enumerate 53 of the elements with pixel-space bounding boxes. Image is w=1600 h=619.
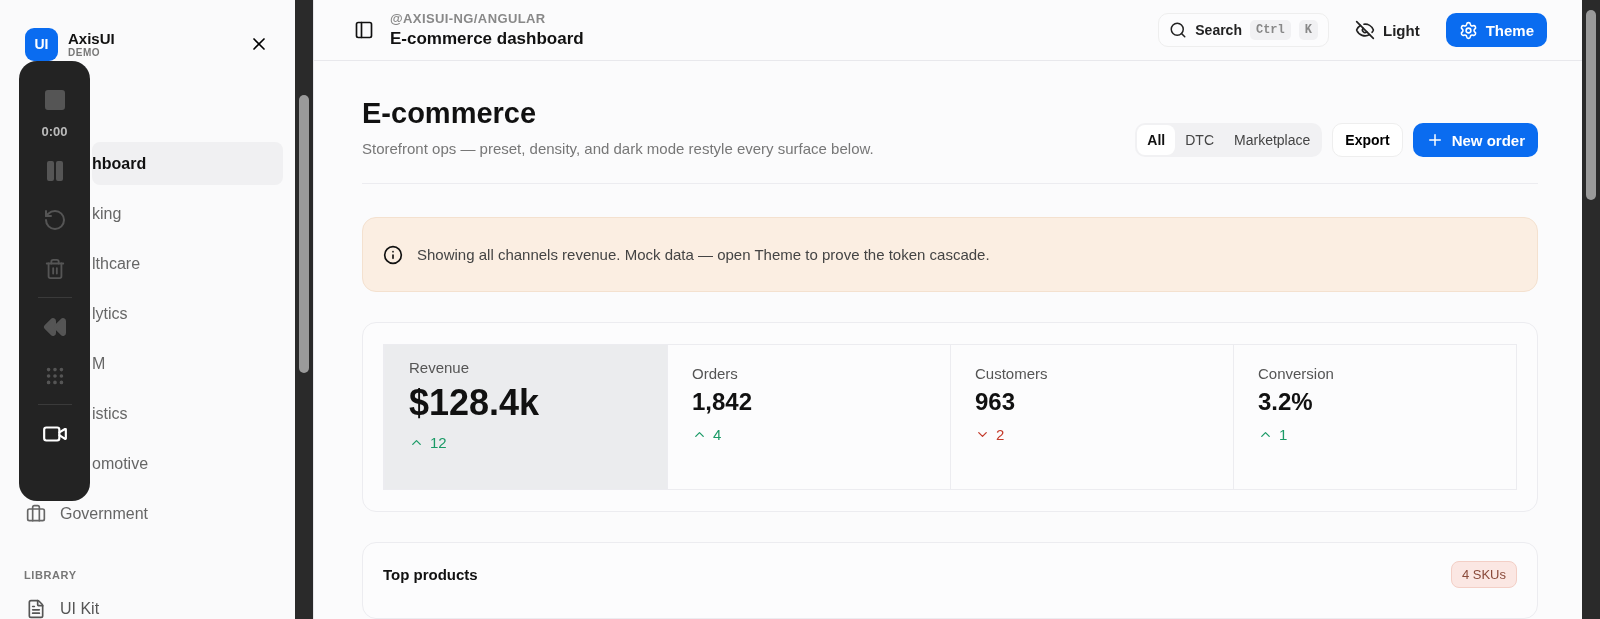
scrollbar-thumb[interactable] — [299, 95, 309, 373]
stat-value: 1,842 — [692, 388, 754, 416]
sidebar-item[interactable]: lthcare — [92, 242, 283, 285]
mode-button[interactable]: Light — [1345, 14, 1430, 46]
page-title: E-commerce — [362, 97, 538, 130]
search-button[interactable]: Search Ctrl K — [1158, 13, 1329, 47]
stat-tile[interactable]: Revenue $128.4k 12 — [384, 345, 667, 489]
filter-tab[interactable]: DTC — [1175, 125, 1225, 155]
page-heading: E-commerce dashboard — [390, 29, 585, 49]
stat-label: Revenue — [409, 359, 471, 376]
stat-delta: 1 — [1279, 426, 1288, 443]
page-subtitle: Storefront ops — preset, density, and dark mode restyle every surface below. — [362, 140, 874, 157]
logo: UI — [25, 27, 58, 61]
banner-text: Showing all channels revenue. Mock data — open Theme to prove the token cascade. — [417, 246, 990, 263]
brand-name: AxisUI — [68, 30, 116, 47]
filter-tab[interactable]: All — [1137, 125, 1176, 155]
sidebar-item[interactable]: UI Kit — [26, 599, 283, 619]
filter-tab[interactable]: Marketplace — [1224, 125, 1321, 155]
card-title: Top products — [383, 566, 478, 583]
stat-value: 3.2% — [1258, 388, 1314, 416]
stat-value: 963 — [975, 388, 1017, 416]
package-name: @AXISUI-NG/ANGULAR — [390, 11, 547, 26]
export-button[interactable]: Export — [1332, 123, 1403, 157]
stat-label: Orders — [692, 365, 739, 382]
stat-label: Customers — [975, 365, 1049, 382]
sidebar-item[interactable]: istics — [92, 392, 283, 435]
sidebar-toggle-icon[interactable] — [354, 20, 374, 40]
stat-delta: 2 — [996, 426, 1005, 443]
sidebar-item[interactable]: hboard — [92, 142, 283, 185]
scrollbar[interactable] — [295, 0, 313, 619]
sidebar-item[interactable]: omotive — [92, 442, 283, 485]
stat-label: Conversion — [1258, 365, 1335, 382]
new-order-button[interactable]: New order — [1412, 123, 1538, 157]
sidebar-item[interactable]: king — [92, 192, 283, 235]
briefcase-icon — [26, 503, 46, 524]
sidebar-item[interactable]: Government — [12, 492, 283, 535]
stat-delta: 12 — [430, 434, 447, 451]
gear-icon — [1458, 20, 1478, 40]
section-title: LIBRARY — [24, 569, 78, 581]
scrollbar-thumb[interactable] — [1586, 10, 1596, 200]
timer: 0:00 — [41, 124, 68, 141]
sidebar-item[interactable]: lytics — [92, 292, 283, 335]
theme-button[interactable]: Theme — [1445, 13, 1547, 47]
stat-value: $128.4k — [409, 382, 541, 424]
scrollbar[interactable] — [1582, 0, 1600, 619]
sidebar-item[interactable]: M — [92, 342, 283, 385]
count-badge: 4 SKUs — [1450, 561, 1517, 588]
search-icon — [1169, 21, 1188, 39]
info-icon — [383, 244, 403, 265]
file-icon — [26, 599, 46, 619]
stat-delta: 4 — [713, 426, 722, 443]
eye-slash-icon — [1355, 20, 1375, 40]
brand-tag: DEMO — [68, 47, 235, 58]
